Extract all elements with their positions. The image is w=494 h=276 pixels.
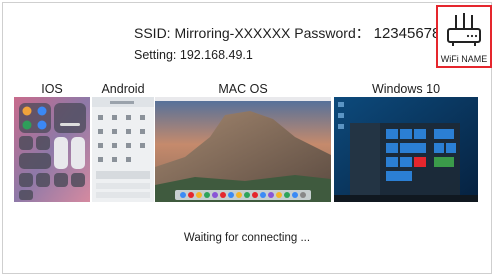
- label-macos: MAC OS: [218, 82, 268, 96]
- connection-status: Waiting for connecting ...: [183, 232, 311, 244]
- label-windows: Windows 10: [371, 82, 441, 96]
- android-screenshot: [92, 97, 154, 202]
- ios-screenshot: [14, 97, 90, 202]
- ssid-text: SSID: Mirroring-XXXXXX Password：: [134, 25, 370, 41]
- windows-screenshot: [334, 97, 478, 202]
- label-ios: IOS: [41, 82, 63, 96]
- label-android: Android: [101, 82, 145, 96]
- setting-address: Setting: 192.168.49.1: [134, 48, 253, 62]
- wifi-name-label: WiFi NAME: [440, 54, 488, 64]
- router-icon: [447, 13, 481, 46]
- password-value: 12345678: [373, 25, 441, 42]
- macos-screenshot: [155, 97, 331, 202]
- wifi-name-box: WiFi NAME: [436, 5, 492, 68]
- ssid-info: SSID: Mirroring-XXXXXX Password： 1234567…: [134, 23, 440, 43]
